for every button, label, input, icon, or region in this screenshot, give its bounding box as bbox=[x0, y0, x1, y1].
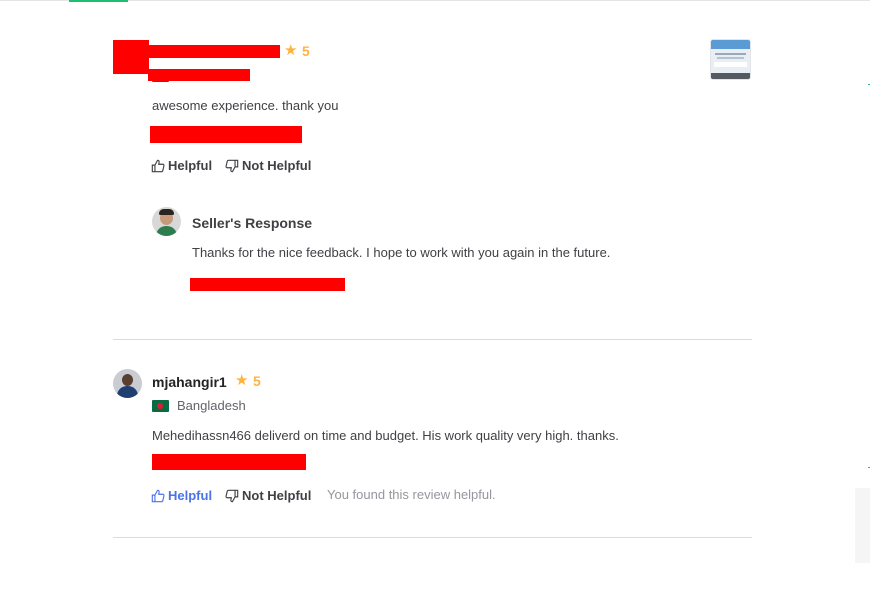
star-icon: ★ bbox=[284, 42, 298, 59]
reviewer-country: Bangladesh bbox=[177, 398, 246, 413]
not-helpful-button[interactable]: Not Helpful bbox=[225, 488, 311, 504]
not-helpful-label: Not Helpful bbox=[242, 158, 312, 173]
thumbs-down-icon bbox=[225, 489, 239, 503]
rating-value: 5 bbox=[253, 373, 261, 389]
helpful-label: Helpful bbox=[168, 488, 213, 503]
redacted-username bbox=[148, 45, 280, 58]
thumbs-down-icon bbox=[225, 159, 239, 173]
helpful-button[interactable]: Helpful bbox=[151, 488, 212, 504]
redacted-avatar bbox=[113, 40, 149, 74]
redacted-country bbox=[148, 69, 250, 81]
response-title: Seller's Response bbox=[192, 215, 313, 231]
bangladesh-flag-icon bbox=[152, 400, 169, 412]
not-helpful-label: Not Helpful bbox=[242, 488, 312, 503]
helpful-label: Helpful bbox=[168, 158, 213, 173]
top-border bbox=[0, 0, 870, 1]
delivery-thumbnail-image[interactable] bbox=[710, 39, 751, 80]
review-comment: awesome experience. thank you bbox=[152, 98, 339, 113]
side-panel-edge bbox=[855, 488, 870, 563]
reviewer-avatar bbox=[113, 369, 142, 398]
response-text: Thanks for the nice feedback. I hope to … bbox=[192, 245, 611, 260]
thumbs-up-icon bbox=[151, 489, 165, 503]
helpful-button[interactable]: Helpful bbox=[151, 158, 212, 174]
seller-avatar bbox=[152, 207, 181, 236]
redacted-date bbox=[150, 126, 302, 143]
reviewer-username[interactable]: mjahangir1 bbox=[152, 374, 227, 390]
active-tab-indicator bbox=[69, 0, 128, 2]
helpful-feedback-note: You found this review helpful. bbox=[327, 487, 496, 502]
redacted-date bbox=[152, 454, 306, 470]
rating-value: 5 bbox=[302, 43, 310, 59]
not-helpful-button[interactable]: Not Helpful bbox=[225, 158, 311, 174]
review-divider bbox=[113, 339, 752, 340]
redacted-response-date bbox=[190, 278, 345, 291]
thumbs-up-icon bbox=[151, 159, 165, 173]
star-icon: ★ bbox=[235, 372, 249, 389]
review-comment: Mehedihassn466 deliverd on time and budg… bbox=[152, 428, 619, 443]
review-divider bbox=[113, 537, 752, 538]
